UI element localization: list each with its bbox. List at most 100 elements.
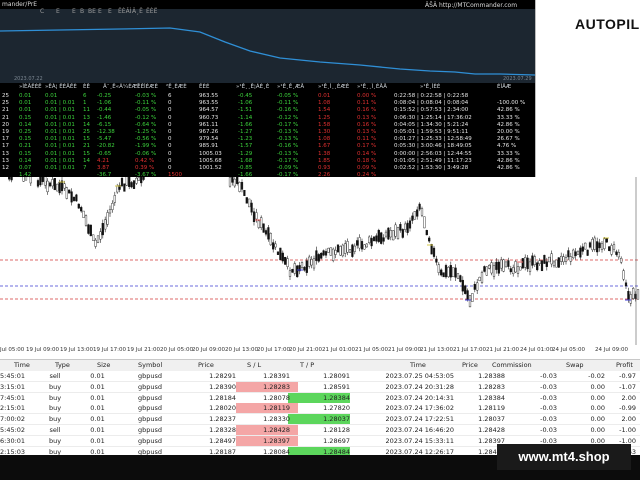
candle-body xyxy=(437,264,440,273)
trade-cell-price: 1.28328 xyxy=(209,426,236,434)
trade-row[interactable]: 7:45:01 buy 0.01 gbpusd 1.28184 1.28078 1.2838… xyxy=(0,392,640,404)
trade-cell-price: 1.28020 xyxy=(209,404,236,413)
candle-body xyxy=(358,237,361,249)
overlay-title: mander/PrЕ xyxy=(2,1,38,8)
candle-body xyxy=(483,266,486,272)
candle-body xyxy=(394,224,397,237)
candle-body xyxy=(401,229,404,238)
trade-row[interactable]: 5:45:01 sell 0.01 gbpusd 1.28291 1.28391 1.280… xyxy=(0,371,640,382)
candle-body xyxy=(101,223,104,236)
trade-cell-type: buy xyxy=(48,415,62,424)
watermark-text: www.mt4.shop xyxy=(497,444,631,470)
col-commission[interactable]: Commission xyxy=(492,361,532,369)
trade-cell-symbol: gbpusd xyxy=(137,436,162,445)
candle-body xyxy=(113,195,116,203)
candle-body xyxy=(548,256,551,263)
candle-body xyxy=(96,235,100,243)
candle-body xyxy=(435,258,438,263)
col-tp[interactable]: T / P xyxy=(300,361,314,369)
trade-row[interactable]: 3:15:01 buy 0.01 gbpusd 1.28390 1.28283 1.2859… xyxy=(0,381,640,393)
col-close-time[interactable]: Time xyxy=(410,361,426,369)
trade-cell-commission: -0.03 xyxy=(540,415,557,424)
trade-cell-symbol: gbpusd xyxy=(137,372,162,380)
candle-body xyxy=(72,197,76,201)
candle-body xyxy=(454,267,457,278)
time-axis-label: 20 Jul 13:00 xyxy=(225,347,258,353)
candle-body xyxy=(423,216,426,229)
col-time[interactable]: Time xyxy=(14,361,30,369)
trade-cell-price: 1.28291 xyxy=(209,372,236,380)
trade-row[interactable]: 7:00:02 buy 0.01 gbpusd 1.28237 1.28330 1.2803… xyxy=(0,414,640,426)
candle-body xyxy=(449,265,452,278)
candle-body xyxy=(351,244,354,257)
col-type[interactable]: Type xyxy=(55,361,70,369)
candle-body xyxy=(327,247,330,253)
candle-body xyxy=(586,249,589,256)
candle-body xyxy=(82,210,85,218)
trade-row[interactable]: 5:45:02 sell 0.01 gbpusd 1.28328 1.28428 1.281… xyxy=(0,425,640,436)
col-size[interactable]: Size xyxy=(97,361,110,369)
candle-body xyxy=(428,237,431,242)
col-price[interactable]: Price xyxy=(198,361,214,369)
candle-body xyxy=(572,249,575,259)
candle-body xyxy=(324,251,328,256)
col-close-price[interactable]: Price xyxy=(462,361,478,369)
overlay-site-link[interactable]: ÂŠÂ http://MTCommander.com xyxy=(425,2,517,9)
candle-body xyxy=(291,269,294,273)
candle-body xyxy=(288,270,292,277)
col-sl[interactable]: S / L xyxy=(247,361,261,369)
trade-cell-commission: -0.03 xyxy=(540,393,557,402)
candle-body xyxy=(58,181,61,194)
trade-cell-cprice: 1.28428 xyxy=(478,426,505,434)
candle-body xyxy=(507,260,510,267)
stats-col-header: »ÊÀ¦ ÊÈÂÊÈ xyxy=(45,84,77,90)
time-axis-label: 21 Jul 17:00 xyxy=(453,347,486,353)
trade-cell-cprice: 1.28384 xyxy=(478,393,505,402)
time-axis-label: 19 Jul 21:00 xyxy=(127,347,160,353)
candle-body xyxy=(363,244,366,250)
candle-body xyxy=(557,257,560,268)
trade-cell-sl: 1.28078 xyxy=(263,393,290,402)
trade-cell-type: buy xyxy=(48,393,62,402)
trade-cell-sl: 1.28330 xyxy=(263,415,290,424)
candle-body xyxy=(382,237,385,242)
trade-cell-sl: 1.28283 xyxy=(263,382,290,391)
candle-body xyxy=(305,260,308,273)
candle-body xyxy=(255,212,258,220)
trade-row[interactable]: 2:15:01 buy 0.01 gbpusd 1.28020 1.28119 1.2782… xyxy=(0,403,640,415)
candle-body xyxy=(560,255,563,262)
overlay-top-bar-item: ÊÈË xyxy=(146,8,158,15)
candle-body xyxy=(461,279,464,292)
trade-cell-commission: -0.03 xyxy=(540,404,557,413)
trade-cell-cprice: 1.28388 xyxy=(478,372,505,380)
candle-body xyxy=(497,261,500,274)
time-axis-label: 21 Jul 01:00 xyxy=(322,347,355,353)
candle-body xyxy=(603,238,606,249)
candle-body xyxy=(593,237,596,250)
overlay-top-bar: C E E B BE E E ÊÈÂÌ Â¸Ê ÊÈË xyxy=(0,8,535,18)
trade-cell-symbol: gbpusd xyxy=(137,415,162,424)
trade-cell-size: 0.01 xyxy=(90,372,105,380)
candle-body xyxy=(384,231,388,237)
candle-body xyxy=(528,261,532,272)
candle-body xyxy=(476,282,479,291)
candle-body xyxy=(495,261,498,270)
trade-cell-profit: -0.97 xyxy=(619,372,636,380)
col-swap[interactable]: Swap xyxy=(566,361,584,369)
candle-body xyxy=(420,208,424,216)
candle-body xyxy=(231,176,234,183)
candle-body xyxy=(413,211,416,220)
trade-cell-swap: 0.00 xyxy=(590,415,605,424)
candle-body xyxy=(92,234,95,241)
candle-body xyxy=(339,246,342,256)
candle-body xyxy=(440,269,443,276)
candle-body xyxy=(418,203,421,210)
col-profit[interactable]: Profit xyxy=(616,361,633,369)
overlay-top-bar-item: Â¸Ê xyxy=(132,8,143,15)
stats-col-header: »¹Ê¸Ì¸¸ÈÆÈ xyxy=(318,84,350,90)
candle-body xyxy=(108,209,112,214)
col-symbol[interactable]: Symbol xyxy=(138,361,162,369)
candle-body xyxy=(303,267,306,271)
candle-body xyxy=(485,266,488,276)
candle-body xyxy=(468,295,472,308)
